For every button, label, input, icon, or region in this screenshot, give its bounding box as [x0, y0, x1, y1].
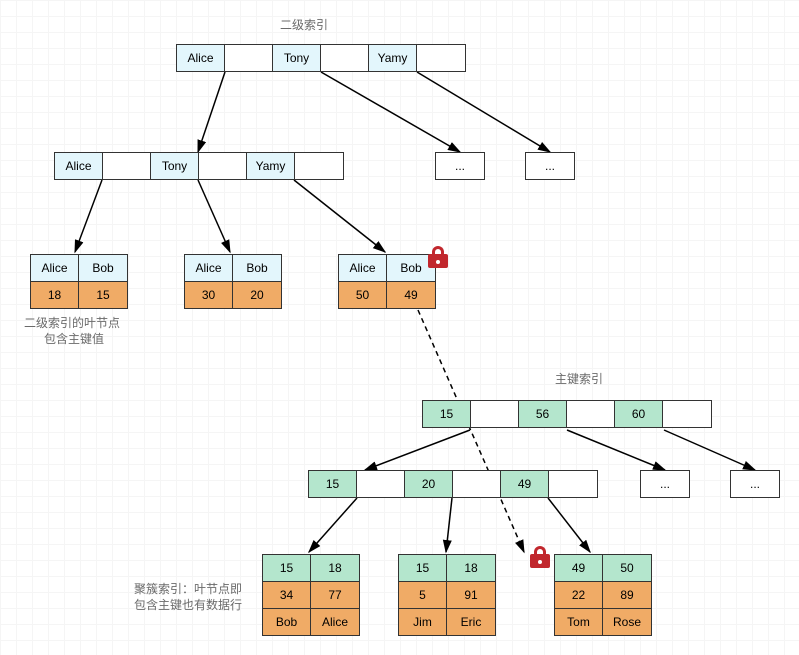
leaf-pk: 18 [447, 555, 495, 581]
primary-leaf: 1518 3477 BobAlice [262, 554, 360, 636]
secondary-internal: Alice Tony Yamy [54, 152, 344, 180]
leaf-name: Tom [555, 609, 603, 635]
leaf-name: Bob [263, 609, 311, 635]
ptr-cell [549, 471, 597, 497]
primary-leaf: 1518 591 JimEric [398, 554, 496, 636]
leaf-key: Bob [79, 255, 127, 281]
leaf-pk: 30 [185, 282, 233, 308]
leaf-key: Alice [185, 255, 233, 281]
leaf-pk: 49 [555, 555, 603, 581]
key-cell: 60 [615, 401, 663, 427]
leaf-pk: 15 [399, 555, 447, 581]
primary-index-title: 主键索引 [555, 370, 603, 387]
leaf-key: Alice [339, 255, 387, 281]
secondary-leaf-locked: AliceBob 5049 [338, 254, 436, 309]
placeholder-node: ... [435, 152, 485, 180]
ellipsis-cell: ... [641, 471, 689, 497]
leaf-pk: 50 [339, 282, 387, 308]
ptr-cell [663, 401, 711, 427]
leaf-attr: 5 [399, 582, 447, 608]
ptr-cell [199, 153, 247, 179]
key-cell: Alice [177, 45, 225, 71]
leaf-attr: 22 [555, 582, 603, 608]
primary-internal: 15 20 49 [308, 470, 598, 498]
leaf-name: Alice [311, 609, 359, 635]
leaf-pk: 18 [31, 282, 79, 308]
secondary-leaf-caption: 二级索引的叶节点 [24, 314, 120, 331]
secondary-leaf: AliceBob 3020 [184, 254, 282, 309]
key-cell: Yamy [247, 153, 295, 179]
secondary-leaf: AliceBob 1815 [30, 254, 128, 309]
leaf-name: Jim [399, 609, 447, 635]
key-cell: 49 [501, 471, 549, 497]
key-cell: 56 [519, 401, 567, 427]
leaf-key: Bob [233, 255, 281, 281]
primary-root: 15 56 60 [422, 400, 712, 428]
leaf-attr: 91 [447, 582, 495, 608]
key-cell: 20 [405, 471, 453, 497]
leaf-pk: 15 [263, 555, 311, 581]
ptr-cell [225, 45, 273, 71]
leaf-key: Alice [31, 255, 79, 281]
key-cell: 15 [309, 471, 357, 497]
clustered-caption: 包含主键也有数据行 [134, 596, 242, 613]
leaf-name: Eric [447, 609, 495, 635]
ellipsis-cell: ... [436, 153, 484, 179]
leaf-pk: 18 [311, 555, 359, 581]
key-cell: 15 [423, 401, 471, 427]
ptr-cell [103, 153, 151, 179]
ptr-cell [417, 45, 465, 71]
ellipsis-cell: ... [526, 153, 574, 179]
ptr-cell [321, 45, 369, 71]
secondary-root: Alice Tony Yamy [176, 44, 466, 72]
placeholder-node: ... [640, 470, 690, 498]
clustered-caption: 聚簇索引：叶节点即 [134, 580, 242, 597]
diagram-canvas: 二级索引 主键索引 Alice Tony Yamy Alice Tony Yam… [0, 0, 799, 655]
key-cell: Yamy [369, 45, 417, 71]
leaf-attr: 77 [311, 582, 359, 608]
ptr-cell [295, 153, 343, 179]
leaf-pk: 49 [387, 282, 435, 308]
ptr-cell [453, 471, 501, 497]
secondary-leaf-caption: 包含主键值 [44, 330, 104, 347]
leaf-pk: 15 [79, 282, 127, 308]
key-cell: Alice [55, 153, 103, 179]
leaf-name: Rose [603, 609, 651, 635]
leaf-pk: 50 [603, 555, 651, 581]
ptr-cell [471, 401, 519, 427]
key-cell: Tony [273, 45, 321, 71]
lock-icon [530, 546, 550, 568]
key-cell: Tony [151, 153, 199, 179]
placeholder-node: ... [525, 152, 575, 180]
placeholder-node: ... [730, 470, 780, 498]
secondary-index-title: 二级索引 [280, 16, 328, 33]
ptr-cell [357, 471, 405, 497]
lock-icon [428, 246, 448, 268]
primary-leaf-locked: 4950 2289 TomRose [554, 554, 652, 636]
leaf-attr: 34 [263, 582, 311, 608]
leaf-pk: 20 [233, 282, 281, 308]
ellipsis-cell: ... [731, 471, 779, 497]
leaf-attr: 89 [603, 582, 651, 608]
ptr-cell [567, 401, 615, 427]
